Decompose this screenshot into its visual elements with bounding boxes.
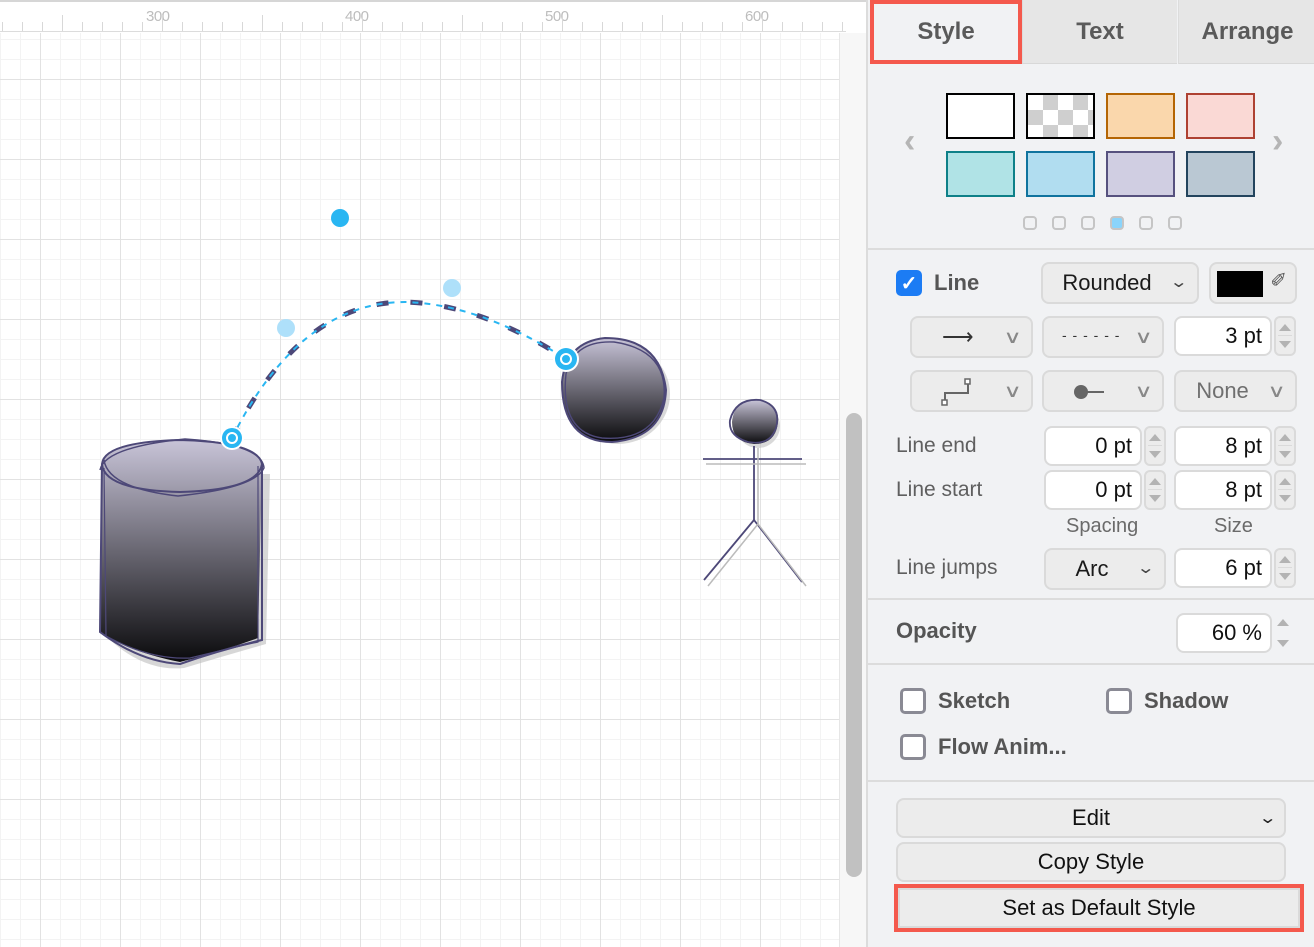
style-swatch-orange[interactable] — [1106, 93, 1175, 139]
swatch-page-dot[interactable] — [1023, 216, 1037, 230]
style-swatch-teal[interactable] — [946, 151, 1015, 197]
vertical-scrollbar-thumb[interactable] — [846, 413, 862, 877]
swatch-page-dot[interactable] — [1081, 216, 1095, 230]
opacity-stepper[interactable] — [1274, 613, 1296, 653]
line-start-size-input[interactable]: 8 pt — [1174, 470, 1272, 510]
style-swatch-red[interactable] — [1186, 93, 1255, 139]
curve-control-handle[interactable] — [331, 209, 349, 227]
tab-arrange[interactable]: Arrange — [1178, 0, 1314, 64]
opacity-section: Opacity 60 % — [868, 600, 1314, 665]
swatch-page-dot[interactable] — [1139, 216, 1153, 230]
line-label: Line — [934, 270, 980, 295]
swatch-page-dot[interactable] — [1168, 216, 1182, 230]
arrow-right-line-icon: ⟶ — [942, 324, 974, 349]
style-swatch-blue[interactable] — [1026, 151, 1095, 197]
eyedropper-icon[interactable]: ✐ — [1270, 268, 1287, 293]
line-jumps-label: Line jumps — [896, 556, 998, 579]
line-width-input[interactable]: 3 pt — [1174, 316, 1272, 356]
line-start-marker-select[interactable]: ∨ — [1042, 370, 1164, 412]
line-end-spacing-input[interactable]: 0 pt — [1044, 426, 1142, 466]
line-start-size-stepper[interactable] — [1274, 470, 1296, 510]
tab-text[interactable]: Text — [1022, 0, 1177, 64]
chevron-down-icon: ∨ — [1267, 381, 1286, 401]
ellipse-shape[interactable] — [560, 336, 670, 444]
line-end-label: Line end — [896, 434, 977, 457]
opacity-input[interactable]: 60 % — [1176, 613, 1272, 653]
dashed-line-icon: - - - - - - — [1062, 327, 1121, 343]
flow-animation-checkbox[interactable] — [900, 734, 926, 760]
line-checkbox[interactable]: ✓ — [896, 270, 922, 296]
style-swatch-slate[interactable] — [1186, 151, 1255, 197]
sketch-label: Sketch — [938, 688, 1011, 713]
diagram-svg — [98, 209, 807, 669]
line-jumps-size-stepper[interactable] — [1274, 548, 1296, 588]
style-swatches-section: ‹ › — [868, 66, 1314, 250]
spacing-caption: Spacing — [1066, 515, 1139, 537]
shadow-checkbox[interactable] — [1106, 688, 1132, 714]
actor-shape[interactable] — [703, 398, 807, 587]
copy-style-button[interactable]: Copy Style — [896, 842, 1286, 882]
line-end-size-input[interactable]: 8 pt — [1174, 426, 1272, 466]
chevron-down-icon: ∨ — [1134, 327, 1153, 347]
line-style-select[interactable]: Rounded ⌄ — [1041, 262, 1199, 304]
line-section: ✓ Line Rounded ⌄ ✐ ⟶ ∨ - - - - - - ∨ 3 p… — [868, 250, 1314, 600]
chevron-down-icon: ⌄ — [1168, 274, 1188, 291]
line-pattern-select[interactable]: ⟶ ∨ — [910, 316, 1033, 358]
style-actions-section: Edit ⌄ Copy Style Set as Default Style — [868, 782, 1314, 947]
chevron-down-icon: ∨ — [1003, 381, 1022, 401]
line-color-picker[interactable]: ✐ — [1209, 262, 1297, 304]
style-swatch-white[interactable] — [946, 93, 1015, 139]
virtual-bend-handle[interactable] — [277, 319, 295, 337]
line-end-spacing-stepper[interactable] — [1144, 426, 1166, 466]
cylinder-shape[interactable] — [98, 438, 270, 669]
sketch-checkbox[interactable] — [900, 688, 926, 714]
chevron-left-icon[interactable]: ‹ — [904, 124, 915, 158]
set-default-style-button[interactable]: Set as Default Style — [894, 884, 1304, 932]
orthogonal-connector-icon — [941, 378, 971, 406]
chevron-down-icon: ∨ — [1134, 381, 1153, 401]
line-color-swatch — [1217, 271, 1263, 297]
app-window: 300 400 500 600 Style Text Arrange ‹ › ✓… — [0, 0, 1314, 947]
shadow-label: Shadow — [1144, 688, 1229, 713]
edge-target-handle[interactable] — [553, 346, 579, 372]
tab-style[interactable]: Style — [870, 0, 1022, 64]
line-end-size-stepper[interactable] — [1274, 426, 1296, 466]
style-swatch-transparent[interactable] — [1026, 93, 1095, 139]
format-panel: Style Text Arrange ‹ › ✓ Line Rounded ⌄ … — [866, 0, 1314, 947]
edit-style-button[interactable]: Edit ⌄ — [896, 798, 1286, 838]
chevron-down-icon: ∨ — [1003, 327, 1022, 347]
chevron-down-icon: ⌄ — [1135, 560, 1155, 577]
size-caption: Size — [1214, 515, 1253, 537]
swatch-page-dot[interactable] — [1110, 216, 1124, 230]
edge-source-handle[interactable] — [220, 426, 244, 450]
line-width-stepper[interactable] — [1274, 316, 1296, 356]
swatch-page-dot[interactable] — [1052, 216, 1066, 230]
line-start-spacing-input[interactable]: 0 pt — [1044, 470, 1142, 510]
virtual-bend-handle[interactable] — [443, 279, 461, 297]
line-jumps-size-input[interactable]: 6 pt — [1174, 548, 1272, 588]
circle-line-end-icon — [1074, 385, 1104, 399]
diagram-canvas[interactable]: 300 400 500 600 — [0, 0, 866, 947]
opacity-label: Opacity — [896, 618, 977, 643]
format-tabs: Style Text Arrange — [868, 0, 1314, 66]
waypoint-style-select[interactable]: ∨ — [910, 370, 1033, 412]
line-end-marker-select[interactable]: None ∨ — [1174, 370, 1297, 412]
options-section: Sketch Shadow Flow Anim... — [868, 665, 1314, 782]
chevron-right-icon[interactable]: › — [1272, 124, 1283, 158]
style-swatch-purple[interactable] — [1106, 151, 1175, 197]
chevron-down-icon: ⌄ — [1257, 810, 1277, 827]
line-start-spacing-stepper[interactable] — [1144, 470, 1166, 510]
flow-animation-label: Flow Anim... — [938, 734, 1067, 759]
line-jumps-select[interactable]: Arc ⌄ — [1044, 548, 1166, 590]
line-start-label: Line start — [896, 478, 983, 501]
line-dash-select[interactable]: - - - - - - ∨ — [1042, 316, 1164, 358]
edit-style-label: Edit — [1072, 805, 1110, 830]
